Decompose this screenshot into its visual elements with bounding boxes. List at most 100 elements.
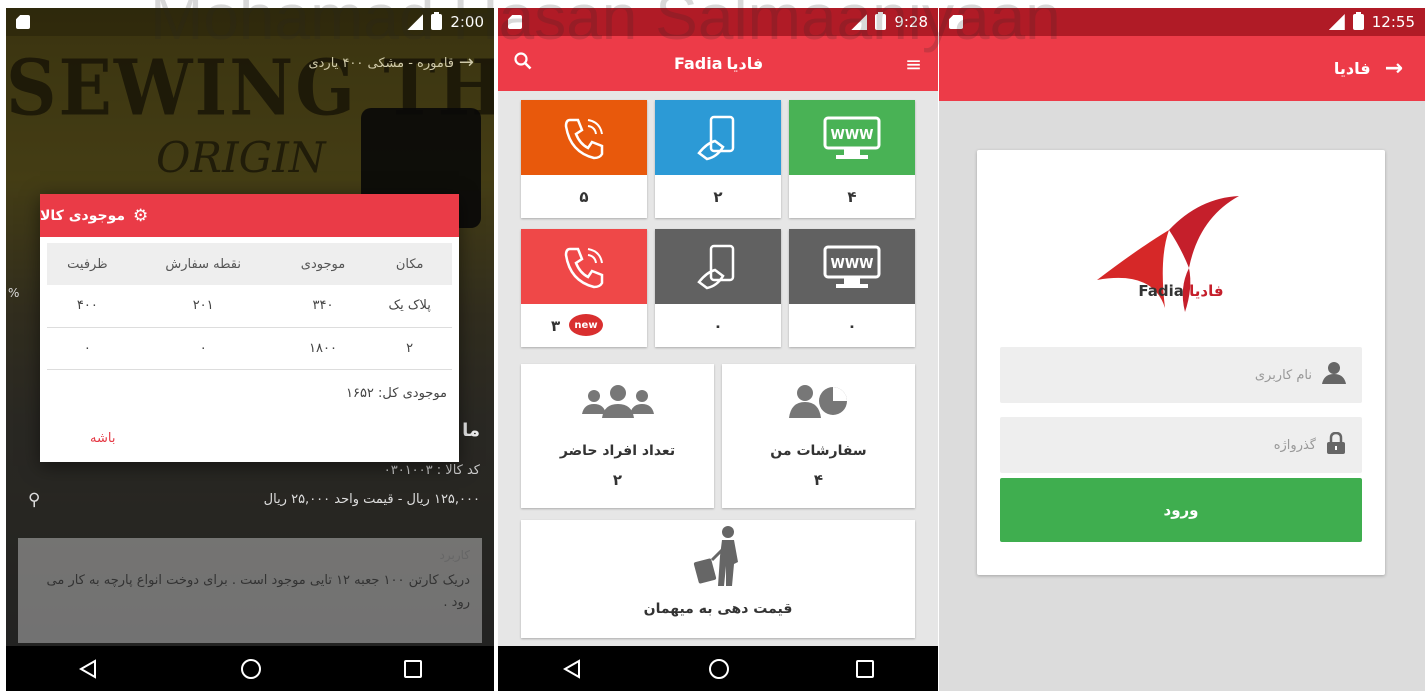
ok-button[interactable]: باشه	[90, 431, 115, 446]
password-placeholder: گذرواژه	[1273, 437, 1316, 453]
nav-recents-icon[interactable]	[856, 659, 875, 678]
dialog-header: ⚙ موجودی کالا	[40, 194, 459, 237]
sd-card-icon	[949, 15, 963, 29]
signal-icon: LTE	[407, 14, 424, 30]
product-name-fragment: ما	[462, 420, 480, 441]
screenshot-collage: SEWING THREAD ORIGIN LTE 2:00 قاموره - م…	[0, 0, 1425, 691]
brand-fa: فادیا	[726, 54, 764, 73]
sd-card-icon	[16, 15, 30, 29]
menu-icon[interactable]: ≡	[905, 52, 922, 76]
app-bar: Fadia فادیا ≡	[498, 36, 938, 91]
card-value: ۲	[612, 471, 623, 489]
usage-body: دریک کارتن ۱۰۰ جعبه ۱۲ تایی موجود است . …	[46, 573, 470, 610]
phone-dashboard: LTE 9:28 Fadia فادیا ≡ WWW ۴ ۲ ۵ WWW ۰ ۰…	[498, 8, 938, 691]
username-field[interactable]: نام کاربری	[1000, 347, 1362, 403]
app-brand: Fadia فادیا	[674, 54, 763, 73]
logo-text: Fadia فادیا	[977, 282, 1385, 300]
card-label: سفارشات من	[770, 443, 867, 459]
battery-icon	[875, 12, 887, 30]
product-code: کد کالا : ۰۳۰۱۰۰۳	[383, 463, 480, 478]
table-row: پلاک یک ۳۴۰ ۲۰۱ ۴۰۰	[47, 285, 452, 328]
phone-icon	[521, 229, 647, 304]
table-cell: ۰	[127, 327, 279, 370]
back-arrow-icon[interactable]: →	[1385, 56, 1403, 81]
tile-phone-new[interactable]: ۳ new	[521, 229, 647, 347]
username-placeholder: نام کاربری	[1254, 367, 1312, 383]
brand-en: Fadia	[673, 54, 723, 73]
tile-phone[interactable]: ۵	[521, 100, 647, 218]
table-cell: ۰	[47, 327, 128, 370]
nav-back-icon[interactable]	[78, 658, 98, 679]
logo-fa: فادیا	[1189, 282, 1224, 300]
app-title: فادیا	[1333, 59, 1371, 78]
table-header-row: مکان موجودی نقطه سفارش ظرفیت	[47, 243, 452, 285]
login-card: Fadia فادیا نام کاربری گذرواژه ورود	[977, 150, 1385, 575]
column-header: موجودی	[278, 243, 368, 285]
sd-card-icon	[508, 15, 522, 29]
phone-icon	[521, 100, 647, 175]
table-cell: ۲	[367, 327, 452, 370]
status-time: 2:00	[450, 13, 484, 31]
mobile-icon	[655, 229, 781, 304]
nav-home-icon[interactable]	[240, 658, 261, 679]
android-nav-bar	[6, 646, 494, 691]
status-bar: LTE 2:00	[6, 8, 494, 36]
tile-mobile[interactable]: ۲	[655, 100, 781, 218]
battery-icon	[431, 12, 443, 30]
nav-back-icon[interactable]	[562, 658, 582, 679]
nav-recents-icon[interactable]	[404, 659, 423, 678]
tile-website-inactive[interactable]: WWW ۰	[789, 229, 915, 347]
usage-section: کاربرد دریک کارتن ۱۰۰ جعبه ۱۲ تایی موجود…	[18, 538, 482, 643]
column-header: ظرفیت	[47, 243, 128, 285]
search-icon[interactable]	[514, 52, 532, 75]
total-stock: موجودی کل: ۱۶۵۲	[345, 385, 447, 401]
www-icon: WWW	[789, 100, 915, 175]
svg-text:WWW: WWW	[830, 257, 873, 272]
inventory-dialog: ⚙ موجودی کالا مکان موجودی نقطه سفارش ظرف…	[40, 194, 459, 462]
table-cell: ۱۸۰۰	[278, 327, 368, 370]
card-label: تعداد افراد حاضر	[559, 443, 676, 459]
mobile-icon	[655, 100, 781, 175]
table-cell: ۲۰۱	[127, 285, 279, 328]
user-icon	[1322, 361, 1346, 389]
phone-login: LTE 12:55 فادیا → Fadia فادیا نام کاربری…	[939, 8, 1425, 691]
www-icon: WWW	[789, 229, 915, 304]
tile-value: ۰	[847, 316, 857, 335]
card-label: قیمت دهی به میهمان	[643, 601, 793, 617]
product-title: قاموره - مشکی ۴۰۰ یاردی	[308, 56, 454, 71]
card-attendees[interactable]: تعداد افراد حاضر ۲	[521, 364, 714, 508]
group-icon	[580, 384, 656, 427]
phone-inventory-dialog: SEWING THREAD ORIGIN LTE 2:00 قاموره - م…	[6, 8, 494, 691]
login-button[interactable]: ورود	[1000, 478, 1362, 542]
new-badge: new	[569, 314, 603, 336]
lock-icon	[1326, 431, 1346, 459]
product-price: ۱۲۵,۰۰۰ ریال - قیمت واحد ۲۵,۰۰۰ ریال	[263, 492, 480, 507]
tile-value: ۰	[713, 316, 723, 335]
table-row: ۲ ۱۸۰۰ ۰ ۰	[47, 327, 452, 370]
logo-en: Fadia	[1138, 282, 1184, 300]
status-bar: LTE 9:28	[498, 8, 938, 36]
status-time: 9:28	[894, 13, 928, 31]
tile-website[interactable]: WWW ۴	[789, 100, 915, 218]
column-header: مکان	[367, 243, 452, 285]
tile-value: ۲	[713, 187, 723, 206]
table-cell: ۴۰۰	[47, 285, 128, 328]
back-arrow-icon[interactable]: →	[459, 52, 474, 73]
card-my-orders[interactable]: سفارشات من ۴	[722, 364, 915, 508]
battery-icon	[1352, 12, 1364, 30]
stock-icon[interactable]: ⚲	[28, 490, 40, 510]
card-guest-pricing[interactable]: قیمت دهی به میهمان	[521, 520, 915, 638]
password-field[interactable]: گذرواژه	[1000, 417, 1362, 473]
tile-mobile-inactive[interactable]: ۰	[655, 229, 781, 347]
traveler-icon	[688, 526, 748, 597]
signal-icon: LTE	[851, 14, 868, 30]
nav-home-icon[interactable]	[708, 658, 729, 679]
column-header: نقطه سفارش	[127, 243, 279, 285]
android-nav-bar	[498, 646, 938, 691]
table-cell: ۳۴۰	[278, 285, 368, 328]
chart-users-icon	[788, 384, 849, 427]
usage-title: کاربرد	[439, 548, 470, 562]
tile-value: ۵	[579, 187, 589, 206]
card-value: ۴	[813, 471, 824, 489]
percent-label: %	[8, 286, 20, 300]
